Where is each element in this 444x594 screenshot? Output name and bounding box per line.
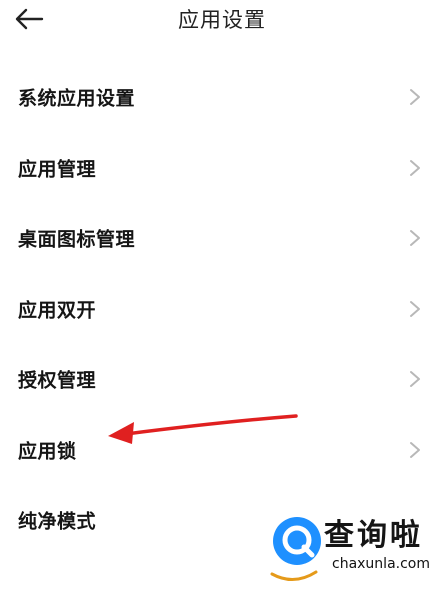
menu-item-label: 授权管理 [18,369,97,392]
menu-item-label: 桌面图标管理 [18,228,136,251]
chevron-right-icon [410,89,420,106]
header: 应用设置 [0,0,444,40]
magnifier-logo-icon [273,517,321,565]
chevron-right-icon [410,371,420,388]
page-title: 应用设置 [178,8,266,32]
menu-item-desktop-icon-management[interactable]: 桌面图标管理 [0,203,444,274]
watermark-domain: chaxunla.com [332,556,430,572]
menu-item-permission-management[interactable]: 授权管理 [0,344,444,415]
menu-item-label: 纯净模式 [18,510,97,533]
swoosh-icon [270,570,318,581]
chevron-right-icon [410,159,420,176]
watermark: 查询啦 chaxunla.com [266,508,442,592]
menu-item-label: 应用双开 [18,299,97,322]
settings-menu: 系统应用设置 应用管理 桌面图标管理 应用双开 授权管理 应用锁 纯净模式 [0,62,444,556]
menu-item-app-management[interactable]: 应用管理 [0,133,444,204]
menu-item-app-lock[interactable]: 应用锁 [0,415,444,486]
menu-item-label: 系统应用设置 [18,87,136,110]
watermark-name: 查询啦 [324,518,423,553]
chevron-right-icon [410,230,420,247]
menu-item-system-app-settings[interactable]: 系统应用设置 [0,62,444,133]
chevron-right-icon [410,441,420,458]
menu-item-label: 应用锁 [18,440,77,463]
chevron-right-icon [410,300,420,317]
menu-item-dual-apps[interactable]: 应用双开 [0,274,444,345]
menu-item-label: 应用管理 [18,158,97,181]
